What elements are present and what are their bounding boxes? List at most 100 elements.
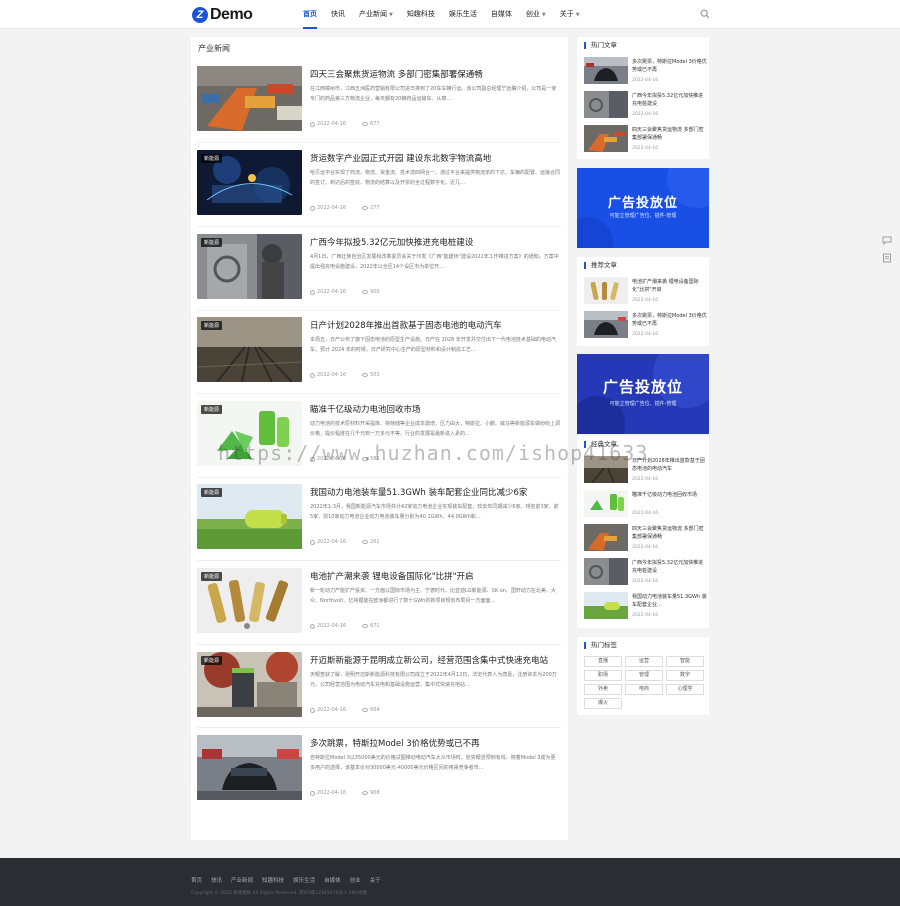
nav-item-home[interactable]: 首页 (296, 0, 324, 29)
side-article-title[interactable]: 广西今年拟投5.32亿元加快推进充电桩建设 (632, 92, 707, 108)
article-title[interactable]: 瞄准千亿级动力电池回收市场 (310, 403, 560, 415)
clock-icon (310, 372, 315, 378)
nav-item-industry[interactable]: 产业新闻 ▼ (352, 0, 400, 29)
nav-item-startup[interactable]: 创业 ▼ (519, 0, 553, 29)
footer-link[interactable]: 关于 (370, 876, 381, 884)
article-thumbnail[interactable] (197, 66, 302, 131)
ad-title: 广告投放位 (602, 378, 683, 396)
side-thumbnail[interactable] (584, 558, 628, 585)
article-item[interactable]: 新能源 广西今年拟投5.32亿元加快推进充电桩建设 4月1日，广西壮族自治区发展… (197, 234, 561, 300)
article-thumbnail[interactable]: 新能源 (197, 652, 302, 717)
side-article-title[interactable]: 多次跳票，特斯拉Model 3价格优势或已不再 (632, 312, 707, 328)
side-thumbnail[interactable] (584, 57, 628, 84)
side-thumbnail[interactable] (584, 311, 628, 338)
ad-banner[interactable]: 广告投放位 可能立管理广告位、插件-管理 (577, 168, 709, 248)
side-article-item[interactable]: 广西今年拟投5.32亿元加快推进充电桩建设 2022-04-16 (584, 91, 706, 121)
widget-title: 推荐文章 (584, 262, 617, 269)
side-article-item[interactable]: 四天三会聚焦货运物流 多部门密集部署保通畅 2022-04-16 (584, 524, 706, 554)
tag-item[interactable]: 数字 (666, 670, 704, 681)
tag-item[interactable]: 智能 (666, 656, 704, 667)
site-logo[interactable]: Z Demo (192, 5, 253, 25)
tag-item[interactable]: 运营 (625, 656, 663, 667)
tag-item[interactable]: 电商 (625, 684, 663, 695)
side-thumbnail[interactable] (584, 592, 628, 619)
article-item[interactable]: 新能源 货运数字产业园正式开园 建设东北数字物流高地 哈贝运平台实现了商流、物流… (197, 150, 561, 216)
side-article-title[interactable]: 广西今年拟投5.32亿元加快推进充电桩建设 (632, 559, 707, 575)
nav-item-entertainment[interactable]: 娱乐生活 (442, 0, 484, 29)
article-thumbnail[interactable]: 新能源 (197, 317, 302, 382)
side-thumbnail[interactable] (584, 91, 628, 118)
ad-banner[interactable]: 广告投放位 可能立管理广告位、插件-管理 (577, 354, 709, 434)
comment-icon[interactable] (880, 233, 894, 247)
search-icon[interactable] (700, 9, 710, 19)
tag-item[interactable]: 外卖 (584, 684, 622, 695)
nav-item-tech[interactable]: 知趣科技 (400, 0, 442, 29)
article-thumbnail[interactable]: 新能源 (197, 234, 302, 299)
side-article-item[interactable]: 四天三会聚焦货运物流 多部门密集部署保通畅 2022-04-16 (584, 125, 706, 155)
article-views: 664 (370, 707, 380, 713)
article-item[interactable]: 新能源 我国动力电池装车量51.3GWh 装车配套企业同比减少6家 2022年1… (197, 484, 561, 550)
article-item[interactable]: 多次跳票，特斯拉Model 3价格优势或已不再 自特斯拉Model 3以3500… (197, 735, 561, 801)
side-thumbnail[interactable] (584, 524, 628, 551)
ad-subtitle: 可能立管理广告位、插件-管理 (609, 401, 677, 407)
eye-icon (362, 708, 369, 712)
side-article-item[interactable]: 瞄准千亿级动力电池回收市场 2022-04-16 (584, 490, 706, 520)
side-article-title[interactable]: 电池扩产潮来袭 锂电设备国际化"比拼"开启 (632, 278, 707, 294)
footer-link[interactable]: 创业 (350, 876, 361, 884)
footer-link[interactable]: 快讯 (211, 876, 222, 884)
copyright-text: Copyright © 2022 新闻模板 All Rights Reserve… (191, 891, 368, 896)
article-title[interactable]: 货运数字产业园正式开园 建设东北数字物流高地 (310, 152, 560, 164)
article-title[interactable]: 四天三会聚焦货运物流 多部门密集部署保通畅 (310, 68, 560, 80)
side-article-item[interactable]: 广西今年拟投5.32亿元加快推进充电桩建设 2022-04-16 (584, 558, 706, 588)
side-article-title[interactable]: 多次跳票，特斯拉Model 3价格优势或已不再 (632, 58, 707, 74)
side-thumbnail[interactable] (584, 490, 628, 517)
nav-item-flash[interactable]: 快讯 (324, 0, 352, 29)
tag-item[interactable]: 管理 (625, 670, 663, 681)
article-title[interactable]: 电池扩产潮来袭 锂电设备国际化"比拼"开启 (310, 570, 560, 582)
side-article-item[interactable]: 电池扩产潮来袭 锂电设备国际化"比拼"开启 2022-04-16 (584, 277, 706, 307)
footer-link[interactable]: 首页 (191, 876, 202, 884)
article-date: 2022-04-16 (317, 372, 347, 378)
article-meta: 2022-04-16 277 (310, 205, 380, 211)
side-article-title[interactable]: 四天三会聚焦货运物流 多部门密集部署保通畅 (632, 126, 707, 142)
side-article-title[interactable]: 瞄准千亿级动力电池回收市场 (632, 491, 707, 507)
tag-item[interactable]: 心理学 (666, 684, 704, 695)
article-title[interactable]: 广西今年拟投5.32亿元加快推进充电桩建设 (310, 236, 560, 248)
article-item[interactable]: 新能源 电池扩产潮来袭 锂电设备国际化"比拼"开启 新一轮动力产能扩产投资、一方… (197, 568, 561, 634)
article-item[interactable]: 四天三会聚焦货运物流 多部门密集部署保通畅 在江西樟树市，江西五洲医药营销有限公… (197, 66, 561, 132)
article-date: 2022-04-16 (317, 790, 347, 796)
article-thumbnail[interactable]: 新能源 (197, 150, 302, 215)
article-item[interactable]: 新能源 开迈斯新能源于昆明成立新公司，经营范围含集中式快速充电站 天眼查获了解，… (197, 652, 561, 718)
side-article-item[interactable]: 多次跳票，特斯拉Model 3价格优势或已不再 2022-04-16 (584, 57, 707, 87)
side-article-item[interactable]: 多次跳票，特斯拉Model 3价格优势或已不再 2022-04-16 (584, 311, 707, 341)
tag-item[interactable]: 爆火 (584, 698, 622, 709)
article-title[interactable]: 开迈斯新能源于昆明成立新公司，经营范围含集中式快速充电站 (310, 654, 560, 666)
article-item[interactable]: 新能源 日产计划2028年推出首款基于固态电池的电动汽车 本周五，日产公布了旗下… (197, 317, 561, 383)
footer-link[interactable]: 产业新闻 (231, 876, 253, 884)
nav-label: 关于 (559, 10, 574, 18)
footer-link[interactable]: 自媒体 (324, 876, 341, 884)
clock-icon (310, 790, 315, 796)
article-thumbnail[interactable]: 新能源 (197, 484, 302, 549)
eye-icon (362, 540, 369, 544)
side-article-item[interactable]: 我国动力电池装车量51.3GWh 装车配套企业… 2022-04-16 (584, 592, 707, 622)
side-thumbnail[interactable] (584, 277, 628, 304)
side-article-title[interactable]: 我国动力电池装车量51.3GWh 装车配套企业… (632, 593, 707, 609)
tag-item[interactable]: 直播 (584, 656, 622, 667)
article-title[interactable]: 我国动力电池装车量51.3GWh 装车配套企业同比减少6家 (310, 486, 560, 498)
hot-articles-widget: 热门文章 多次跳票，特斯拉Model 3价格优势或已不再 2022-04-16 … (577, 37, 709, 159)
article-summary: 哈贝运平台实现了商流、物流、资金流、技术流四网合一，通过平台来提供物流单的下达、… (310, 170, 560, 186)
nav-item-media[interactable]: 自媒体 (484, 0, 519, 29)
tag-item[interactable]: 职场 (584, 670, 622, 681)
article-thumbnail[interactable] (197, 735, 302, 800)
article-title[interactable]: 多次跳票，特斯拉Model 3价格优势或已不再 (310, 737, 560, 749)
footer-link[interactable]: 娱乐生活 (293, 876, 315, 884)
article-thumbnail[interactable]: 新能源 (197, 568, 302, 633)
nav-item-about[interactable]: 关于 ▼ (553, 0, 587, 29)
list-icon[interactable] (880, 251, 894, 265)
side-article-title[interactable]: 四天三会聚焦货运物流 多部门密集部署保通畅 (632, 525, 707, 541)
footer-link[interactable]: 知趣科技 (262, 876, 284, 884)
side-thumbnail[interactable] (584, 125, 628, 152)
article-title[interactable]: 日产计划2028年推出首款基于固态电池的电动汽车 (310, 319, 560, 331)
watermark-text: https://www.huzhan.com/ishop41633 (218, 441, 649, 465)
